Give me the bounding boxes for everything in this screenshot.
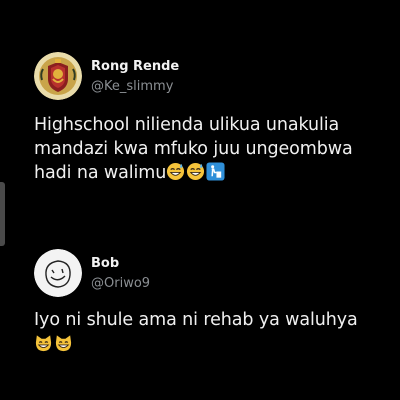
grinning-sweat-icon — [186, 162, 205, 181]
user-handle[interactable]: @Ke_slimmy — [91, 78, 179, 95]
display-name[interactable]: Bob — [91, 255, 150, 272]
grinning-cat-icon — [54, 334, 73, 353]
user-handle[interactable]: @Oriwo9 — [91, 275, 150, 292]
tweet-card-bob: Bob @Oriwo9 Iyo ni shule ama ni rehab ya… — [34, 247, 384, 356]
display-name[interactable]: Rong Rende — [91, 58, 179, 75]
grinning-cat-icon — [34, 334, 53, 353]
emoji-row — [34, 334, 384, 356]
tweet-header: Rong Rende @Ke_slimmy — [34, 50, 384, 102]
tweet-screenshot: Rong Rende @Ke_slimmy Highschool niliend… — [0, 0, 400, 400]
emoji-row — [166, 162, 226, 181]
person-litter-bin-icon — [206, 162, 225, 181]
user-info: Rong Rende @Ke_slimmy — [91, 58, 179, 95]
user-info: Bob @Oriwo9 — [91, 255, 150, 292]
tweet-text: Iyo ni shule ama ni rehab ya waluhya — [34, 308, 384, 356]
tweet-card-rong-rende: Rong Rende @Ke_slimmy Highschool niliend… — [34, 50, 384, 185]
smiley-sketch-avatar-icon[interactable] — [34, 249, 82, 297]
lion-crest-avatar-icon[interactable] — [34, 52, 82, 100]
grinning-sweat-icon — [166, 162, 185, 181]
tweet-text-content: Iyo ni shule ama ni rehab ya waluhya — [34, 310, 358, 330]
edge-scroll-tab — [0, 182, 5, 246]
tweet-header: Bob @Oriwo9 — [34, 247, 384, 299]
tweet-text: Highschool nilienda ulikua unakulia mand… — [34, 113, 384, 185]
